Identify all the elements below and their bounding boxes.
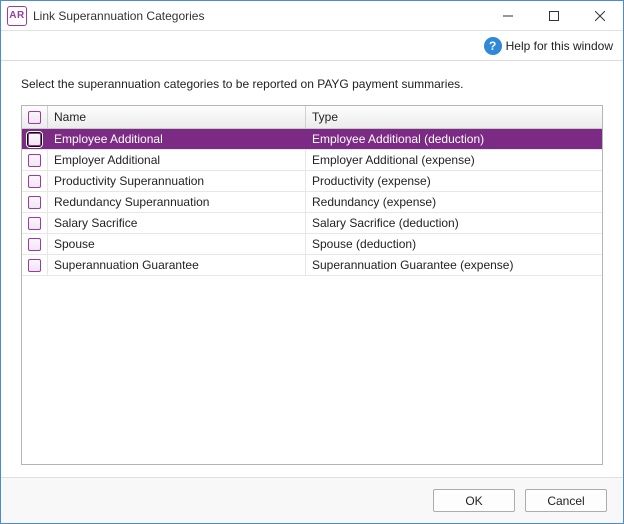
- table-row[interactable]: Employer AdditionalEmployer Additional (…: [22, 150, 602, 171]
- table-body: Employee AdditionalEmployee Additional (…: [22, 129, 602, 464]
- minimize-button[interactable]: [485, 1, 531, 31]
- row-type: Superannuation Guarantee (expense): [306, 255, 602, 275]
- row-name: Employee Additional: [48, 129, 306, 149]
- header-name[interactable]: Name: [48, 106, 306, 128]
- table-row[interactable]: Superannuation GuaranteeSuperannuation G…: [22, 255, 602, 276]
- row-checkbox[interactable]: [28, 175, 41, 188]
- row-checkbox[interactable]: [28, 217, 41, 230]
- row-checkbox-cell[interactable]: [22, 255, 48, 275]
- row-checkbox-cell[interactable]: [22, 234, 48, 254]
- row-checkbox-cell[interactable]: [22, 150, 48, 170]
- row-checkbox-cell[interactable]: [22, 213, 48, 233]
- row-type: Employee Additional (deduction): [306, 129, 602, 149]
- help-bar: ? Help for this window: [1, 31, 623, 61]
- row-name: Spouse: [48, 234, 306, 254]
- row-type: Salary Sacrifice (deduction): [306, 213, 602, 233]
- help-label: Help for this window: [506, 39, 613, 53]
- maximize-button[interactable]: [531, 1, 577, 31]
- instruction-text: Select the superannuation categories to …: [21, 77, 603, 91]
- row-checkbox-cell[interactable]: [22, 129, 48, 149]
- row-name: Salary Sacrifice: [48, 213, 306, 233]
- content-area: Select the superannuation categories to …: [1, 61, 623, 477]
- row-name: Superannuation Guarantee: [48, 255, 306, 275]
- help-link[interactable]: ? Help for this window: [484, 37, 613, 55]
- row-name: Redundancy Superannuation: [48, 192, 306, 212]
- maximize-icon: [549, 11, 559, 21]
- header-checkbox-cell[interactable]: [22, 106, 48, 128]
- row-checkbox-cell[interactable]: [22, 192, 48, 212]
- close-icon: [595, 11, 605, 21]
- table-row[interactable]: Salary SacrificeSalary Sacrifice (deduct…: [22, 213, 602, 234]
- minimize-icon: [503, 11, 513, 21]
- row-type: Spouse (deduction): [306, 234, 602, 254]
- row-name: Employer Additional: [48, 150, 306, 170]
- titlebar: AR Link Superannuation Categories: [1, 1, 623, 31]
- window: AR Link Superannuation Categories ? Help…: [0, 0, 624, 524]
- row-checkbox[interactable]: [28, 154, 41, 167]
- table-header: Name Type: [22, 106, 602, 129]
- row-checkbox[interactable]: [28, 259, 41, 272]
- table-row[interactable]: Productivity SuperannuationProductivity …: [22, 171, 602, 192]
- row-type: Redundancy (expense): [306, 192, 602, 212]
- dialog-footer: OK Cancel: [1, 477, 623, 523]
- app-icon: AR: [7, 6, 27, 26]
- row-checkbox-cell[interactable]: [22, 171, 48, 191]
- table-row[interactable]: Employee AdditionalEmployee Additional (…: [22, 129, 602, 150]
- header-type[interactable]: Type: [306, 106, 602, 128]
- header-checkbox[interactable]: [28, 111, 41, 124]
- row-checkbox[interactable]: [28, 238, 41, 251]
- row-name: Productivity Superannuation: [48, 171, 306, 191]
- close-button[interactable]: [577, 1, 623, 31]
- table-row[interactable]: Redundancy SuperannuationRedundancy (exp…: [22, 192, 602, 213]
- row-type: Employer Additional (expense): [306, 150, 602, 170]
- cancel-button[interactable]: Cancel: [525, 489, 607, 512]
- window-title: Link Superannuation Categories: [33, 9, 204, 23]
- categories-table: Name Type Employee AdditionalEmployee Ad…: [21, 105, 603, 465]
- row-checkbox[interactable]: [28, 133, 41, 146]
- row-type: Productivity (expense): [306, 171, 602, 191]
- ok-button[interactable]: OK: [433, 489, 515, 512]
- table-row[interactable]: SpouseSpouse (deduction): [22, 234, 602, 255]
- row-checkbox[interactable]: [28, 196, 41, 209]
- help-icon: ?: [484, 37, 502, 55]
